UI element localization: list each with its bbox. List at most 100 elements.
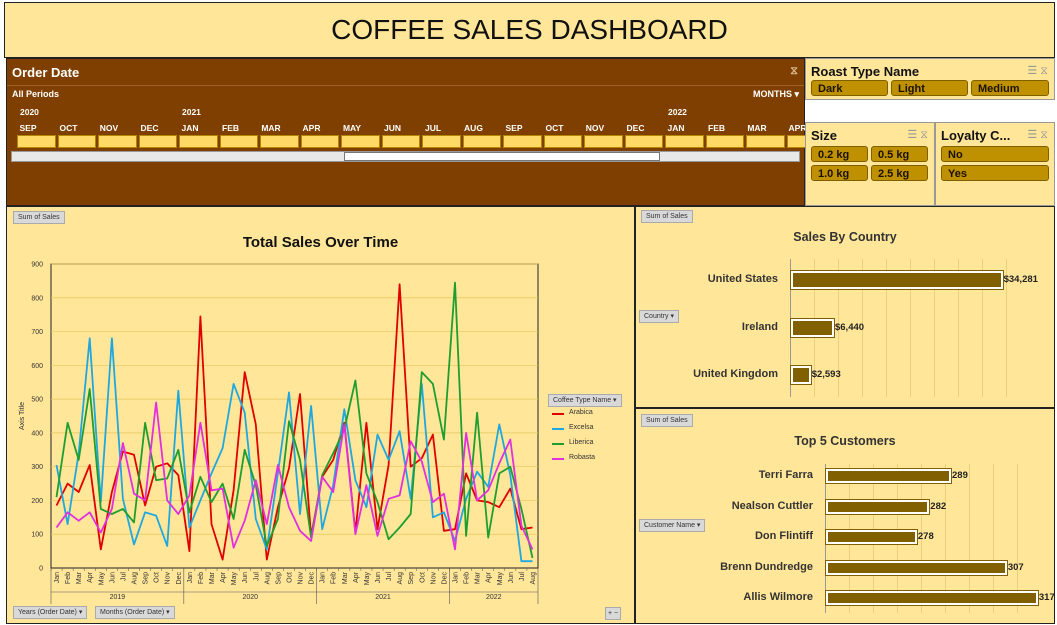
bar-value-label: 278 <box>917 531 934 542</box>
x-tick-label: Dec <box>441 572 448 585</box>
bar-value-label: $6,440 <box>834 322 865 333</box>
x-tick-label: Mar <box>76 571 83 584</box>
bar-category-label: Ireland <box>741 321 778 333</box>
legend-label: Robasta <box>569 454 596 461</box>
x-tick-label: Apr <box>87 571 94 583</box>
coffee-type-field-button[interactable]: Coffee Type Name ▾ <box>548 394 622 407</box>
expand-collapse-button[interactable]: + − <box>605 607 622 620</box>
roast-item-medium[interactable]: Medium <box>971 80 1049 96</box>
x-tick-label: May <box>497 572 504 586</box>
timeline-month-cell[interactable] <box>503 135 542 148</box>
bar[interactable] <box>826 469 951 483</box>
sum-of-sales-field-button[interactable]: Sum of Sales <box>641 210 693 223</box>
timeline-month-cell[interactable] <box>98 135 137 148</box>
timeline-month-cell[interactable] <box>746 135 785 148</box>
timeline-month-cell[interactable] <box>624 135 663 148</box>
timeline-year-label: 2021 <box>182 107 201 117</box>
timeline-month-cell[interactable] <box>260 135 299 148</box>
order-date-timeline[interactable]: Order Date ⧖ All Periods MONTHS ▾ 2020 20… <box>6 58 825 206</box>
timeline-month-cell[interactable] <box>57 135 96 148</box>
timeline-month-label: OCT <box>545 123 564 133</box>
x-tick-label: Jul <box>519 572 526 581</box>
bar[interactable] <box>826 561 1007 575</box>
years-field-button[interactable]: Years (Order Date) ▾ <box>13 606 88 619</box>
roast-slicer-title: Roast Type Name <box>811 64 920 79</box>
timeline-month-cell[interactable] <box>179 135 218 148</box>
legend-label: Excelsa <box>569 424 594 431</box>
x-tick-label: May <box>231 572 238 586</box>
timeline-title: Order Date <box>12 65 80 80</box>
x-tick-label: Feb <box>464 572 471 584</box>
x-tick-label: Mar <box>342 571 349 584</box>
y-tick-label: 400 <box>31 430 43 437</box>
bar[interactable] <box>826 530 917 544</box>
roast-item-dark[interactable]: Dark <box>811 80 888 96</box>
bar-value-label: $34,281 <box>1003 274 1038 285</box>
legend-swatch <box>552 413 564 415</box>
x-tick-label: Oct <box>286 572 293 583</box>
bar[interactable] <box>826 500 930 514</box>
timeline-month-cell[interactable] <box>381 135 420 148</box>
bar[interactable] <box>791 366 811 384</box>
multi-select-icon[interactable]: ☰ ⧖ <box>1027 64 1048 78</box>
x-tick-label: Nov <box>430 572 437 585</box>
roast-item-light[interactable]: Light <box>891 80 968 96</box>
timeline-month-cell[interactable] <box>17 135 56 148</box>
x-tick-label: Dec <box>309 572 316 585</box>
timeline-month-label: NOV <box>99 123 119 133</box>
multi-select-icon[interactable]: ☰ ⧖ <box>1027 128 1048 142</box>
x-tick-label: Jul <box>386 572 393 581</box>
bar[interactable] <box>791 319 834 337</box>
x-tick-label: Jun <box>242 572 249 583</box>
bar[interactable] <box>791 271 1003 289</box>
timeline-month-label: JAN <box>181 123 199 133</box>
timeline-month-cell[interactable] <box>543 135 582 148</box>
legend-swatch <box>552 443 564 445</box>
y-tick-label: 100 <box>31 532 43 539</box>
x-tick-label: Jan <box>452 572 459 583</box>
timeline-month-cell[interactable] <box>219 135 258 148</box>
sum-of-sales-field-button[interactable]: Sum of Sales <box>641 414 693 427</box>
size-item-0-2kg[interactable]: 0.2 kg <box>811 146 868 162</box>
timeline-scrollbar[interactable] <box>11 151 800 162</box>
timeline-month-cell[interactable] <box>422 135 461 148</box>
bar[interactable] <box>826 591 1038 605</box>
timeline-month-cell[interactable] <box>584 135 623 148</box>
x-tick-label: May <box>98 572 105 586</box>
x-tick-label: Feb <box>331 572 338 584</box>
x-tick-label: Dec <box>176 572 183 585</box>
timeline-month-cell[interactable] <box>300 135 339 148</box>
y-tick-label: 800 <box>31 295 43 302</box>
size-item-1-0kg[interactable]: 1.0 kg <box>811 165 868 181</box>
top-customers-chart[interactable]: Sum of Sales Top 5 Customers Customer Na… <box>635 408 1055 624</box>
loyalty-item-yes[interactable]: Yes <box>941 165 1049 181</box>
size-item-2-5kg[interactable]: 2.5 kg <box>871 165 928 181</box>
x-tick-label: Jun <box>375 572 382 583</box>
timeline-month-cell[interactable] <box>341 135 380 148</box>
legend-label: Arabica <box>569 409 593 416</box>
timeline-month-label: MAR <box>261 123 281 133</box>
timeline-month-cell[interactable] <box>462 135 501 148</box>
timeline-month-label: JUN <box>383 123 401 133</box>
timeline-month-label: JAN <box>667 123 685 133</box>
size-item-0-5kg[interactable]: 0.5 kg <box>871 146 928 162</box>
timeline-month-cell[interactable] <box>138 135 177 148</box>
multi-select-icon[interactable]: ☰ ⧖ <box>907 128 928 142</box>
months-field-button[interactable]: Months (Order Date) ▾ <box>95 606 175 619</box>
timeline-month-cell[interactable] <box>665 135 704 148</box>
sales-over-time-chart[interactable]: Sum of Sales Total Sales Over Time 0 100 2… <box>6 206 635 624</box>
timeline-level-dropdown[interactable]: MONTHS ▾ <box>753 89 799 100</box>
clear-filter-icon[interactable]: ⧖ <box>790 65 798 78</box>
year-group-label: 2020 <box>242 594 258 601</box>
sales-by-country-chart[interactable]: Sum of Sales Sales By Country Country ▾ … <box>635 206 1055 408</box>
timeline-scroll-thumb[interactable] <box>344 152 660 161</box>
x-tick-label: Aug <box>397 572 404 585</box>
y-tick-label: 300 <box>31 464 43 471</box>
months-field-label: Months (Order Date) <box>100 609 165 616</box>
loyalty-item-no[interactable]: No <box>941 146 1049 162</box>
timeline-month-cell[interactable] <box>705 135 744 148</box>
timeline-month-label: SEP <box>19 123 37 133</box>
x-tick-label: May <box>364 572 371 586</box>
year-group-label: 2022 <box>486 594 502 601</box>
x-tick-label: Nov <box>165 572 172 585</box>
